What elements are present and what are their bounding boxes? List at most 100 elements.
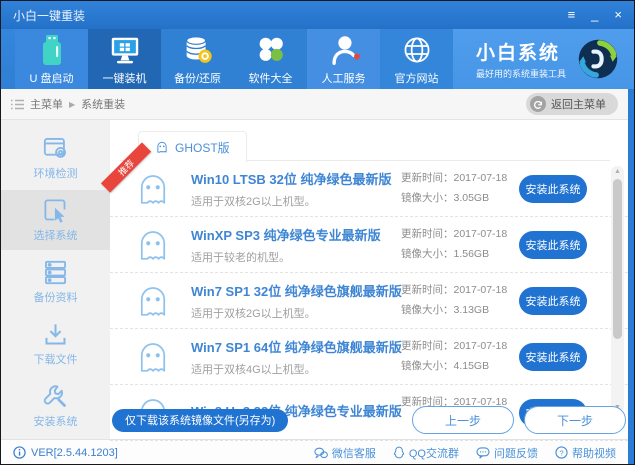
status-bar: VER[2.5.44.1203] 微信客服 QQ交流群 问题反馈 ? 帮助视频 xyxy=(1,439,628,464)
brand-tagline: 最好用的系统重装工具 xyxy=(475,69,566,79)
system-desc: 适用于双核2G以上机型。 xyxy=(191,307,316,320)
qq-icon xyxy=(393,446,405,459)
menu-icon[interactable]: ≡ xyxy=(568,1,576,29)
nav-label: 备份/还原 xyxy=(173,73,222,85)
nav-label: 一键装机 xyxy=(102,73,147,85)
chevron-right-icon: ▶ xyxy=(69,99,76,109)
app-window: 小白一键重装 ≡ _ × U 盘启动 一键装机 备份/还原 软件大全 人工服务 … xyxy=(0,0,635,465)
monitor-icon xyxy=(108,32,142,68)
next-step-button[interactable]: 下一步 xyxy=(524,406,626,434)
updated-value: 2017-07-18 xyxy=(453,283,508,296)
content-pane: 主菜单 ▶ 系统重装 返回主菜单 环境检测 选择系统 备份资料 下载文件 安装系… xyxy=(1,89,628,464)
system-row-win7-sp1-64: Win7 SP1 64位 纯净绿色旗舰最新版 适用于双核4G以上机型。 更新时间… xyxy=(110,329,628,385)
nav-one-key-install[interactable]: 一键装机 xyxy=(88,29,161,89)
system-row-winxp-sp3: WinXP SP3 纯净绿色专业最新版 适用于较老的机型。 更新时间：2017-… xyxy=(110,217,628,273)
install-system-button[interactable]: 安装此系统 xyxy=(519,174,587,203)
minimize-button[interactable]: _ xyxy=(591,1,598,29)
link-label: 帮助视频 xyxy=(572,447,616,460)
updated-value: 2017-07-18 xyxy=(453,339,508,352)
sidebar-item-download-files[interactable]: 下载文件 xyxy=(1,314,110,374)
download-icon xyxy=(42,321,69,348)
sidebar-item-env-check[interactable]: 环境检测 xyxy=(1,128,110,188)
system-title: WinXP SP3 纯净绿色专业最新版 xyxy=(191,227,381,243)
system-desc: 适用于双核2G以上机型。 xyxy=(191,195,316,208)
ghost-icon xyxy=(134,338,172,376)
feedback-bubble-icon xyxy=(476,446,490,459)
download-image-only-button[interactable]: 仅下载该系统镜像文件(另存为) xyxy=(112,408,289,432)
install-system-button[interactable]: 安装此系统 xyxy=(519,342,587,371)
nav-backup-restore[interactable]: 备份/还原 xyxy=(161,29,234,89)
version-text: VER[2.5.44.1203] xyxy=(31,446,118,459)
size-value: 3.13GB xyxy=(453,303,490,316)
tab-ghost-edition[interactable]: GHOST版 xyxy=(138,131,247,163)
system-list-panel: 推荐 GHOST版 Win10 LTSB 32位 纯净绿色最新版 适用于双核2G… xyxy=(100,120,628,441)
ghost-icon xyxy=(155,140,169,154)
env-check-icon xyxy=(42,135,69,162)
usb-drive-icon xyxy=(36,32,68,68)
database-icon xyxy=(181,32,215,68)
wechat-icon xyxy=(314,447,328,458)
ghost-icon xyxy=(134,170,172,208)
breadcrumb-root[interactable]: 主菜单 xyxy=(30,96,63,112)
qq-group-link[interactable]: QQ交流群 xyxy=(393,445,459,461)
install-system-button[interactable]: 安装此系统 xyxy=(519,230,587,259)
system-row-win10-ltsb-32: Win10 LTSB 32位 纯净绿色最新版 适用于双核2G以上机型。 更新时间… xyxy=(110,161,628,217)
breadcrumb-current: 系统重装 xyxy=(81,99,126,111)
wechat-support-link[interactable]: 微信客服 xyxy=(314,445,376,461)
link-label: 问题反馈 xyxy=(494,447,538,460)
size-label: 镜像大小： xyxy=(401,303,454,316)
system-meta: 更新时间：2017-07-18 镜像大小：1.56GB xyxy=(401,225,519,265)
link-label: QQ交流群 xyxy=(408,447,459,460)
bottom-action-bar: 仅下载该系统镜像文件(另存为) 上一步 下一步 xyxy=(112,406,626,434)
sidebar-item-install-system[interactable]: 安装系统 xyxy=(1,376,110,436)
info-icon xyxy=(13,446,26,459)
title-bar: 小白一键重装 ≡ _ × xyxy=(1,1,634,29)
help-icon: ? xyxy=(555,446,568,459)
scroll-up-arrow[interactable]: ▲ xyxy=(611,168,624,175)
system-title: Win7 SP1 64位 纯净绿色旗舰最新版 xyxy=(191,339,402,355)
back-arrow-icon xyxy=(530,96,546,112)
header-nav: U 盘启动 一键装机 备份/还原 软件大全 人工服务 官方网站 小白系统 最好用… xyxy=(1,29,634,89)
list-menu-icon xyxy=(11,99,24,110)
back-to-main-menu-button[interactable]: 返回主菜单 xyxy=(526,93,618,115)
scrollbar[interactable]: ▲ ▼ xyxy=(611,166,624,413)
breadcrumb: 主菜单 ▶ 系统重装 返回主菜单 xyxy=(1,89,628,120)
system-title: Win7 SP1 32位 纯净绿色旗舰最新版 xyxy=(191,283,402,299)
help-videos-link[interactable]: ? 帮助视频 xyxy=(555,445,616,461)
size-label: 镜像大小： xyxy=(401,359,454,372)
person-icon xyxy=(327,32,361,68)
nav-software-center[interactable]: 软件大全 xyxy=(234,29,307,89)
sidebar-item-label: 备份资料 xyxy=(33,292,78,304)
brand-area: 小白系统 最好用的系统重装工具 xyxy=(453,29,634,89)
tab-label: GHOST版 xyxy=(175,140,230,155)
close-button[interactable]: × xyxy=(614,1,622,29)
select-system-icon xyxy=(42,197,69,224)
sidebar-item-backup-data[interactable]: 备份资料 xyxy=(1,252,110,312)
system-meta: 更新时间：2017-07-18 镜像大小：4.15GB xyxy=(401,337,519,377)
system-title: Win10 LTSB 32位 纯净绿色最新版 xyxy=(191,171,392,187)
nav-human-service[interactable]: 人工服务 xyxy=(307,29,380,89)
brand-logo-icon xyxy=(576,37,620,81)
size-label: 镜像大小： xyxy=(401,247,454,260)
size-label: 镜像大小： xyxy=(401,191,454,204)
feedback-link[interactable]: 问题反馈 xyxy=(476,445,538,461)
sidebar: 环境检测 选择系统 备份资料 下载文件 安装系统 xyxy=(1,120,110,439)
sidebar-item-select-system[interactable]: 选择系统 xyxy=(1,190,110,250)
sidebar-item-label: 下载文件 xyxy=(33,354,78,366)
system-meta: 更新时间：2017-07-18 镜像大小：3.05GB xyxy=(401,169,519,209)
version-info: VER[2.5.44.1203] xyxy=(13,446,118,459)
nav-official-website[interactable]: 官方网站 xyxy=(380,29,453,89)
nav-label: 软件大全 xyxy=(248,73,293,85)
system-meta: 更新时间：2017-07-18 镜像大小：3.13GB xyxy=(401,281,519,321)
system-desc: 适用于较老的机型。 xyxy=(191,251,290,264)
link-label: 微信客服 xyxy=(331,447,376,460)
size-value: 1.56GB xyxy=(453,247,490,260)
updated-label: 更新时间： xyxy=(401,339,454,352)
clover-icon xyxy=(255,32,287,68)
install-system-button[interactable]: 安装此系统 xyxy=(519,286,587,315)
previous-step-button[interactable]: 上一步 xyxy=(412,406,514,434)
window-title: 小白一键重装 xyxy=(13,8,86,23)
brand-name: 小白系统 xyxy=(475,43,560,64)
scrollbar-thumb[interactable] xyxy=(613,179,622,339)
nav-usb-boot[interactable]: U 盘启动 xyxy=(15,29,88,89)
